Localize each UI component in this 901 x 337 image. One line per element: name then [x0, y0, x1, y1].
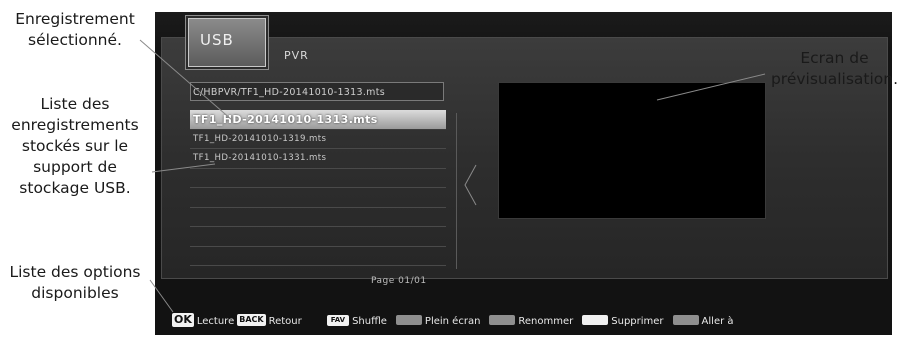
green-label: Renommer: [518, 316, 574, 327]
usb-source-label: USB: [200, 31, 234, 49]
annotation-selected: Enregistrement sélectionné.: [2, 9, 148, 51]
list-item[interactable]: TF1_HD-20141010-1331.mts: [190, 149, 446, 169]
back-label: Retour: [268, 316, 302, 327]
panel-divider: [456, 113, 457, 269]
annotation-line: stockage USB.: [19, 179, 131, 197]
list-item[interactable]: [190, 227, 446, 247]
annotation-line: support de: [33, 158, 117, 176]
list-item[interactable]: [190, 208, 446, 227]
annotation-line: sélectionné.: [28, 31, 122, 49]
green-key-icon[interactable]: [489, 315, 516, 325]
page-title: PVR: [284, 49, 309, 62]
blue-label: Aller à: [701, 316, 734, 327]
list-item[interactable]: TF1_HD-20141010-1313.mts: [190, 110, 446, 130]
list-item[interactable]: [190, 247, 446, 266]
annotation-line: Enregistrement: [15, 10, 135, 28]
preview-screen: [498, 82, 766, 219]
annotation-preview: Ecran de prévisualisation.: [768, 48, 901, 90]
blue-key-icon[interactable]: [672, 315, 699, 325]
annotation-line: prévisualisation.: [770, 70, 899, 88]
yellow-label: Supprimer: [611, 316, 664, 327]
recordings-list: TF1_HD-20141010-1313.mts TF1_HD-20141010…: [190, 110, 446, 266]
list-item[interactable]: [190, 188, 446, 208]
red-key-icon[interactable]: [395, 315, 422, 325]
fav-key-icon[interactable]: FAV: [326, 314, 350, 326]
annotation-options: Liste des options disponibles: [2, 262, 148, 304]
annotation-line: enregistrements: [11, 116, 139, 134]
page-indicator: Page 01/01: [371, 276, 427, 286]
red-label: Plein écran: [424, 316, 481, 327]
annotation-line: Liste des: [40, 95, 110, 113]
annotation-line: disponibles: [31, 284, 119, 302]
back-key-icon[interactable]: BACK: [237, 314, 266, 326]
usb-source-icon: USB: [188, 18, 266, 67]
ok-label: Lecture: [196, 316, 235, 327]
yellow-key-icon[interactable]: [582, 315, 609, 325]
list-item[interactable]: TF1_HD-20141010-1319.mts: [190, 130, 446, 149]
list-item[interactable]: [190, 169, 446, 188]
fav-label: Shuffle: [352, 316, 387, 327]
annotation-line: Liste des options: [9, 263, 141, 281]
ok-key-icon[interactable]: OK: [172, 313, 194, 327]
options-bar: OK Lecture BACK Retour FAV Shuffle Plein écran…: [172, 313, 892, 331]
annotation-list: Liste des enregistrements stockés sur le…: [2, 94, 148, 199]
annotation-line: Ecran de: [800, 49, 869, 67]
chevron-left-icon: [464, 164, 477, 206]
annotation-line: stockés sur le: [21, 137, 129, 155]
file-path-field: C/HBPVR/TF1_HD-20141010-1313.mts: [190, 82, 444, 101]
